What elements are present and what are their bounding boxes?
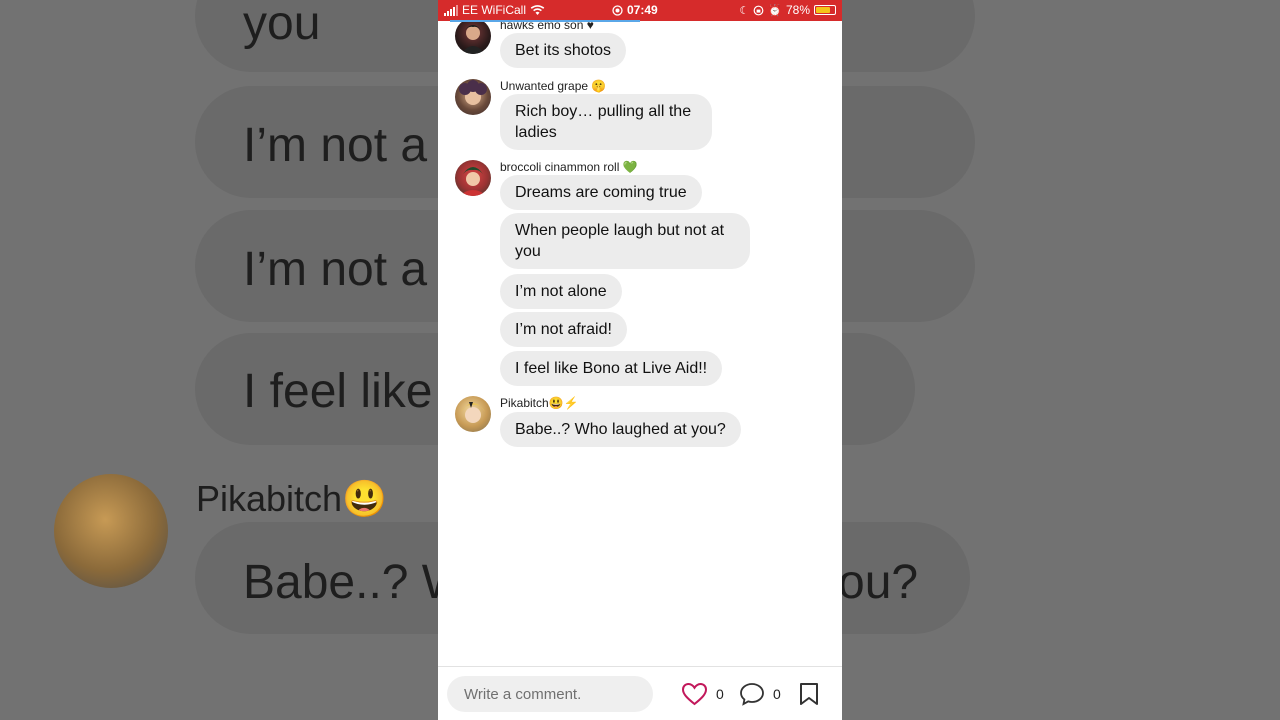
sender-name: broccoli cinammon roll 💚 <box>500 160 638 174</box>
battery-percent: 78% <box>785 3 810 17</box>
comment-input[interactable] <box>447 676 653 712</box>
avatar-image <box>459 167 487 196</box>
recording-icon <box>612 4 623 16</box>
clock: 07:49 <box>627 3 658 17</box>
comment-count: 0 <box>773 686 781 702</box>
status-right: ☾ ⏰ 78% <box>739 3 836 17</box>
alarm-icon: ⏰ <box>768 4 782 17</box>
bg-text: Babe..? W <box>243 556 468 609</box>
sender-name: Unwanted grape 🤫 <box>500 79 607 93</box>
status-bar: EE WiFiCall 07:49 ☾ ⏰ 78% <box>438 0 842 21</box>
comment-bubble-icon <box>740 683 764 706</box>
bookmark-icon <box>800 683 818 705</box>
avatar[interactable] <box>455 160 491 196</box>
avatar-image <box>459 80 487 105</box>
bg-text: I feel like <box>243 365 433 418</box>
moon-icon: ☾ <box>739 4 750 17</box>
avatar-image <box>461 402 485 423</box>
message-bubble[interactable]: Babe..? Who laughed at you? <box>500 412 741 447</box>
like-button[interactable]: 0 <box>681 682 724 706</box>
bg-text: ou? <box>838 556 919 609</box>
message-bubble[interactable]: Dreams are coming true <box>500 175 702 210</box>
video-progress-line <box>450 20 640 22</box>
avatar[interactable] <box>455 18 491 54</box>
wifi-icon <box>530 4 545 15</box>
bg-text: I’m not a <box>243 243 428 296</box>
comment-button[interactable]: 0 <box>739 682 781 706</box>
bg-text: I’m not a <box>243 119 428 172</box>
message-bubble[interactable]: When people laugh but not at you <box>500 213 750 269</box>
message-bubble[interactable]: I feel like Bono at Live Aid!! <box>500 351 723 386</box>
carrier-name: EE WiFiCall <box>462 3 527 17</box>
heart-icon <box>681 682 708 706</box>
bg-sender: Pikabitch😃 <box>196 478 387 519</box>
message-bubble[interactable]: I’m not afraid! <box>500 312 627 347</box>
signal-icon <box>444 4 458 16</box>
message-bubble[interactable]: Rich boy… pulling all the ladies <box>500 94 712 150</box>
avatar-image <box>461 25 485 54</box>
rotation-lock-icon <box>753 5 764 15</box>
bg-avatar <box>54 474 168 588</box>
phone-screen: hawks emo son ♥ Bet its shotos Unwanted … <box>438 0 842 720</box>
status-center: 07:49 <box>612 3 658 17</box>
bookmark-button[interactable] <box>799 682 819 706</box>
like-count: 0 <box>716 686 724 702</box>
avatar[interactable] <box>455 79 491 115</box>
sender-name: Pikabitch😃⚡ <box>500 396 579 410</box>
bottom-bar: 0 0 <box>438 666 842 720</box>
message-bubble[interactable]: I’m not alone <box>500 274 622 309</box>
avatar[interactable] <box>455 396 491 432</box>
message-bubble[interactable]: Bet its shotos <box>500 33 627 68</box>
battery-icon <box>814 5 836 15</box>
status-left: EE WiFiCall <box>444 3 545 17</box>
bg-text: you <box>243 0 321 50</box>
